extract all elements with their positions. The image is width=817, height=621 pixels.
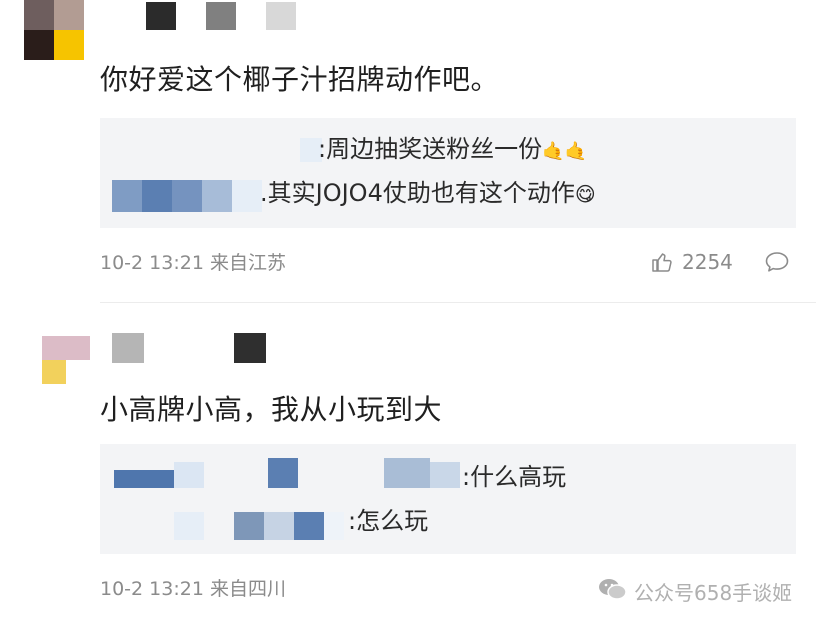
- comment-icon[interactable]: [764, 250, 790, 274]
- thumbs-up-icon: [652, 253, 672, 272]
- username[interactable]: [112, 333, 272, 363]
- reply-text: :怎么玩: [348, 507, 429, 535]
- comment-text: 你好爱这个椰子汁招牌动作吧。: [100, 63, 500, 96]
- reply-box[interactable]: :周边抽奖送粉丝一份🤙🤙 .其实JOJO4仗助也有这个动作😋: [100, 118, 796, 228]
- like-button[interactable]: 2254: [650, 249, 750, 277]
- reply-text: .其实JOJO4仗助也有这个动作: [260, 179, 575, 207]
- comment-meta: 10-2 13:21 来自四川: [100, 578, 286, 600]
- comment-text: 小高牌小高，我从小玩到大: [100, 393, 443, 426]
- yum-emoji-icon: 😋: [574, 182, 596, 206]
- reply-username-mosaic[interactable]: [112, 180, 262, 212]
- reply-username-mosaic[interactable]: [114, 458, 464, 490]
- divider: [100, 302, 816, 303]
- comment-meta: 10-2 13:21 来自江苏: [100, 252, 286, 274]
- reply-username-mosaic[interactable]: [114, 506, 354, 542]
- avatar[interactable]: [24, 0, 84, 60]
- clap-emoji-icon: 🤙🤙: [542, 141, 587, 162]
- reply-text: :周边抽奖送粉丝一份: [318, 135, 543, 163]
- avatar[interactable]: [42, 336, 94, 386]
- reply-text: :什么高玩: [462, 463, 567, 491]
- reply-box[interactable]: :什么高玩 :怎么玩: [100, 444, 796, 554]
- watermark-text: 公众号658手谈姬: [634, 581, 793, 605]
- username[interactable]: [140, 2, 300, 32]
- like-count: 2254: [682, 250, 733, 274]
- wechat-icon: [599, 579, 627, 600]
